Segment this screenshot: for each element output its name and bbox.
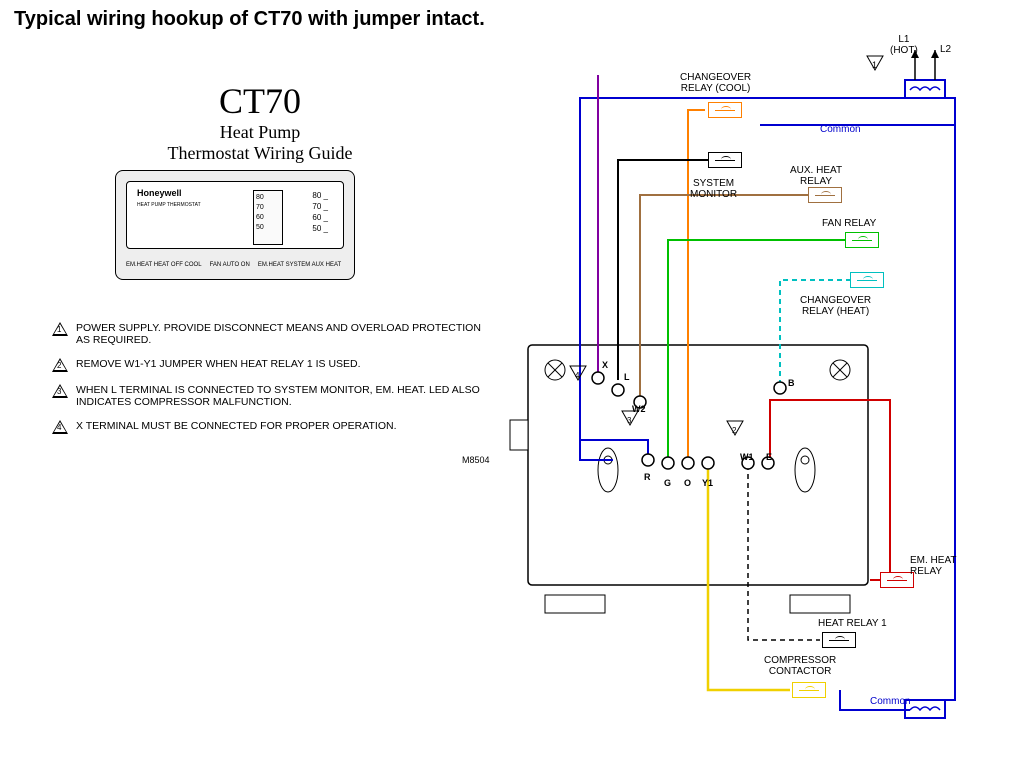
fan-relay-icon — [845, 232, 879, 248]
system-monitor-relay-icon — [708, 152, 742, 168]
svg-text:2: 2 — [732, 426, 737, 435]
svg-text:3: 3 — [627, 416, 632, 425]
common-top-label: Common — [820, 124, 861, 135]
fan-relay-label: FAN RELAY — [822, 218, 876, 229]
term-g: G — [664, 478, 671, 488]
term-r: R — [644, 472, 651, 482]
em-heat-relay-icon — [880, 572, 914, 588]
compressor-contactor-icon — [792, 682, 826, 698]
heat-relay-1-label: HEAT RELAY 1 — [818, 618, 887, 629]
wiring-diagram: 1 4 — [0, 0, 1023, 770]
term-b: B — [788, 378, 795, 388]
term-l: L — [624, 372, 630, 382]
common-bottom-label: Common — [870, 696, 911, 707]
l2-label: L2 — [940, 44, 951, 55]
changeover-cool-label: CHANGEOVER RELAY (COOL) — [680, 72, 751, 94]
heat-relay-1-icon — [822, 632, 856, 648]
system-monitor-label: SYSTEM MONITOR — [690, 178, 737, 200]
svg-text:1: 1 — [872, 60, 877, 70]
compressor-contactor-label: COMPRESSOR CONTACTOR — [764, 655, 836, 677]
term-w1: W1 — [740, 452, 754, 462]
term-e: E — [766, 452, 772, 462]
changeover-cool-relay-icon — [708, 102, 742, 118]
changeover-heat-relay-icon — [850, 272, 884, 288]
term-o: O — [684, 478, 691, 488]
l1-label: L1 (HOT) — [890, 34, 918, 56]
aux-heat-label: AUX. HEAT RELAY — [790, 165, 842, 187]
em-heat-label: EM. HEAT RELAY — [910, 555, 956, 577]
svg-text:4: 4 — [575, 371, 580, 380]
aux-heat-relay-icon — [808, 187, 842, 203]
term-w2: W2 — [632, 404, 646, 414]
term-x: X — [602, 360, 608, 370]
term-y1: Y1 — [702, 478, 713, 488]
changeover-heat-label: CHANGEOVER RELAY (HEAT) — [800, 295, 871, 317]
